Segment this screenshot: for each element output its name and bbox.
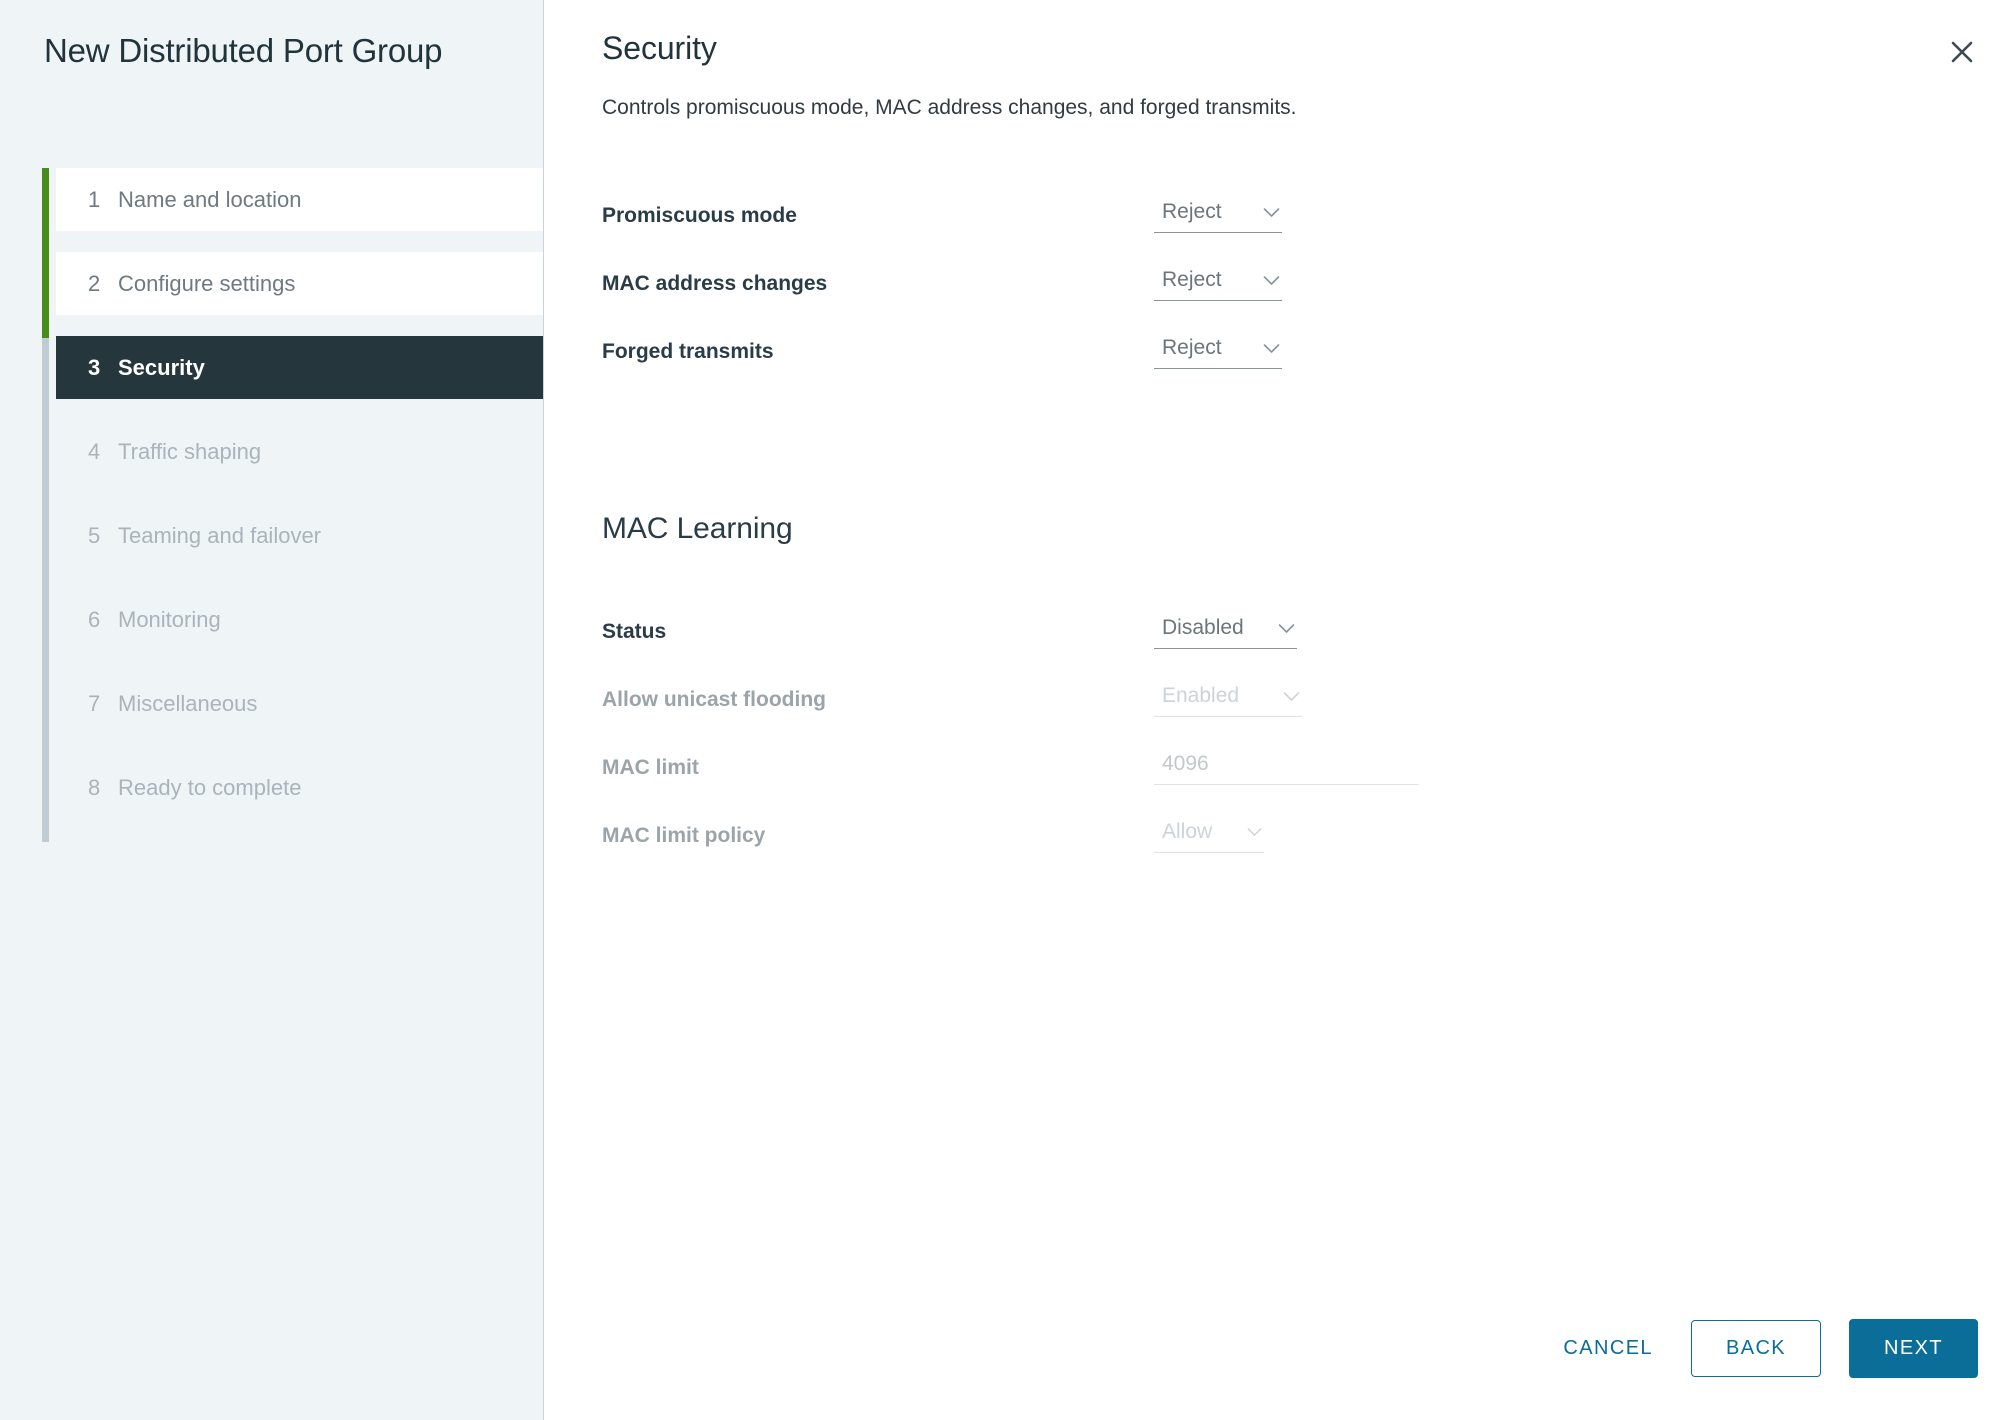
new-distributed-port-group-wizard: New Distributed Port Group 1 Name and lo… bbox=[0, 0, 2016, 1420]
promiscuous-mode-select[interactable]: Reject bbox=[1154, 200, 1282, 233]
promiscuous-mode-label: Promiscuous mode bbox=[602, 204, 797, 227]
allow-unicast-flooding-value: Enabled bbox=[1162, 684, 1240, 707]
progress-rail-completed bbox=[42, 168, 49, 338]
sidebar-item-ready-to-complete[interactable]: 8 Ready to complete bbox=[56, 756, 543, 819]
allow-unicast-flooding-select: Enabled bbox=[1154, 684, 1302, 717]
mac-address-changes-control: Reject bbox=[1154, 268, 1282, 301]
mac-limit-policy-label: MAC limit policy bbox=[602, 824, 766, 847]
sidebar-item-configure-settings[interactable]: 2 Configure settings bbox=[56, 252, 543, 315]
step-number: 8 bbox=[88, 774, 101, 800]
step-label: Configure settings bbox=[118, 270, 296, 296]
sidebar-item-name-and-location[interactable]: 1 Name and location bbox=[56, 168, 543, 231]
close-button[interactable] bbox=[1940, 30, 1984, 74]
security-settings-form: Promiscuous mode Reject MAC address chan… bbox=[602, 200, 1602, 404]
mac-learning-status-label: Status bbox=[602, 620, 667, 643]
mac-learning-status-value: Disabled bbox=[1162, 616, 1244, 639]
allow-unicast-flooding-label: Allow unicast flooding bbox=[602, 688, 826, 711]
mac-limit-control bbox=[1154, 752, 1419, 785]
wizard-content: Security Controls promiscuous mode, MAC … bbox=[544, 0, 2016, 1420]
forged-transmits-select[interactable]: Reject bbox=[1154, 336, 1282, 369]
row-mac-learning-status: Status Disabled bbox=[602, 616, 1602, 684]
step-label: Monitoring bbox=[118, 606, 221, 632]
chevron-down-icon bbox=[1263, 275, 1280, 286]
sidebar-item-miscellaneous[interactable]: 7 Miscellaneous bbox=[56, 672, 543, 735]
mac-limit-policy-value: Allow bbox=[1162, 820, 1213, 843]
sidebar-item-security[interactable]: 3 Security bbox=[56, 336, 543, 399]
chevron-down-icon bbox=[1263, 207, 1280, 218]
step-number: 4 bbox=[88, 438, 101, 464]
step-number: 7 bbox=[88, 690, 101, 716]
close-icon bbox=[1949, 39, 1975, 65]
mac-learning-status-select[interactable]: Disabled bbox=[1154, 616, 1297, 649]
chevron-down-icon bbox=[1263, 343, 1280, 354]
step-label: Teaming and failover bbox=[118, 522, 322, 548]
mac-limit-input[interactable] bbox=[1154, 752, 1419, 785]
next-button[interactable]: NEXT bbox=[1849, 1319, 1978, 1378]
step-label: Ready to complete bbox=[118, 774, 302, 800]
progress-rail bbox=[42, 168, 49, 842]
back-button[interactable]: BACK bbox=[1690, 1320, 1822, 1377]
wizard-sidebar: New Distributed Port Group 1 Name and lo… bbox=[0, 0, 544, 1420]
promiscuous-mode-control: Reject bbox=[1154, 200, 1282, 233]
row-forged-transmits: Forged transmits Reject bbox=[602, 336, 1602, 404]
chevron-down-icon bbox=[1247, 827, 1262, 837]
mac-address-changes-select[interactable]: Reject bbox=[1154, 268, 1282, 301]
mac-learning-form: Status Disabled Allow unicast flooding E… bbox=[602, 616, 1602, 888]
step-label: Miscellaneous bbox=[118, 690, 258, 716]
step-number: 2 bbox=[88, 270, 101, 296]
mac-learning-heading: MAC Learning bbox=[602, 512, 793, 545]
step-label: Name and location bbox=[118, 186, 302, 212]
chevron-down-icon bbox=[1278, 623, 1295, 634]
promiscuous-mode-value: Reject bbox=[1162, 200, 1222, 223]
step-label: Traffic shaping bbox=[118, 438, 262, 464]
step-number: 1 bbox=[88, 186, 101, 212]
page-title: Security bbox=[602, 30, 717, 66]
mac-limit-label: MAC limit bbox=[602, 756, 699, 779]
forged-transmits-control: Reject bbox=[1154, 336, 1282, 369]
sidebar-item-traffic-shaping[interactable]: 4 Traffic shaping bbox=[56, 420, 543, 483]
wizard-footer: CANCEL BACK NEXT bbox=[1553, 1319, 1978, 1378]
wizard-step-list: 1 Name and location 2 Configure settings… bbox=[42, 168, 543, 842]
allow-unicast-flooding-control: Enabled bbox=[1154, 684, 1302, 717]
mac-address-changes-value: Reject bbox=[1162, 268, 1222, 291]
forged-transmits-label: Forged transmits bbox=[602, 340, 774, 363]
mac-address-changes-label: MAC address changes bbox=[602, 272, 828, 295]
row-mac-address-changes: MAC address changes Reject bbox=[602, 268, 1602, 336]
cancel-button[interactable]: CANCEL bbox=[1553, 1325, 1663, 1372]
row-mac-limit: MAC limit bbox=[602, 752, 1602, 820]
mac-limit-policy-control: Allow bbox=[1154, 820, 1264, 853]
step-number: 6 bbox=[88, 606, 101, 632]
row-mac-limit-policy: MAC limit policy Allow bbox=[602, 820, 1602, 888]
wizard-title: New Distributed Port Group bbox=[44, 32, 443, 69]
sidebar-item-monitoring[interactable]: 6 Monitoring bbox=[56, 588, 543, 651]
sidebar-item-teaming-and-failover[interactable]: 5 Teaming and failover bbox=[56, 504, 543, 567]
mac-learning-status-control: Disabled bbox=[1154, 616, 1297, 649]
chevron-down-icon bbox=[1283, 691, 1300, 702]
page-description: Controls promiscuous mode, MAC address c… bbox=[602, 96, 1297, 119]
step-label: Security bbox=[118, 354, 205, 380]
step-number: 3 bbox=[88, 354, 101, 380]
row-promiscuous-mode: Promiscuous mode Reject bbox=[602, 200, 1602, 268]
row-allow-unicast-flooding: Allow unicast flooding Enabled bbox=[602, 684, 1602, 752]
step-number: 5 bbox=[88, 522, 101, 548]
mac-limit-policy-select: Allow bbox=[1154, 820, 1264, 853]
forged-transmits-value: Reject bbox=[1162, 336, 1222, 359]
